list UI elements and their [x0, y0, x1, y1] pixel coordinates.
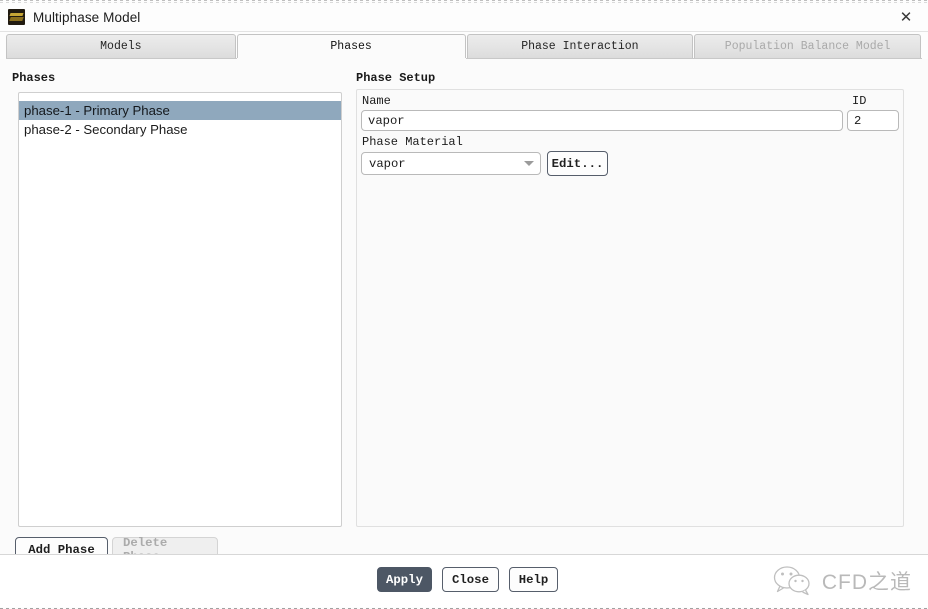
- title-bar: Multiphase Model ✕: [0, 3, 928, 32]
- id-input[interactable]: [847, 110, 899, 131]
- phase-material-value: vapor: [369, 156, 406, 171]
- phases-group-label: Phases: [12, 71, 56, 85]
- watermark: CFD之道: [773, 565, 912, 596]
- footer-buttons: Apply Close Help: [377, 567, 558, 592]
- edit-material-button[interactable]: Edit...: [547, 151, 608, 176]
- close-icon[interactable]: ✕: [884, 3, 928, 31]
- phase-setup-group-label: Phase Setup: [356, 71, 436, 85]
- phase-setup-panel: Name ID Phase Material vapor Edit...: [356, 89, 904, 527]
- phases-list[interactable]: phase-1 - Primary Phase phase-2 - Second…: [18, 92, 342, 527]
- tab-population-balance-model: Population Balance Model: [694, 34, 921, 59]
- phase-material-select[interactable]: vapor: [361, 152, 541, 175]
- list-item-phase-1[interactable]: phase-1 - Primary Phase: [19, 101, 341, 120]
- close-button[interactable]: Close: [442, 567, 499, 592]
- name-label: Name: [362, 94, 391, 108]
- tab-bar: Models Phases Phase Interaction Populati…: [6, 34, 922, 59]
- id-label: ID: [852, 94, 867, 108]
- tab-models[interactable]: Models: [6, 34, 236, 59]
- list-item-phase-2[interactable]: phase-2 - Secondary Phase: [19, 120, 341, 139]
- chevron-down-icon[interactable]: [518, 153, 540, 174]
- help-button[interactable]: Help: [509, 567, 558, 592]
- window-top-edge: [0, 0, 928, 1]
- tab-phase-interaction[interactable]: Phase Interaction: [466, 34, 694, 59]
- tab-phases[interactable]: Phases: [236, 34, 466, 59]
- apply-button[interactable]: Apply: [377, 567, 432, 592]
- window-title: Multiphase Model: [33, 9, 141, 25]
- dialog-footer: Apply Close Help CFD之道: [0, 554, 928, 607]
- layers-icon: [8, 9, 25, 25]
- watermark-text: CFD之道: [821, 570, 912, 594]
- wechat-icon: [773, 565, 813, 596]
- phase-material-label: Phase Material: [362, 135, 463, 149]
- dialog-body: Phases phase-1 - Primary Phase phase-2 -…: [0, 59, 928, 564]
- multiphase-model-dialog: Multiphase Model ✕ Models Phases Phase I…: [0, 0, 928, 609]
- name-input[interactable]: [361, 110, 843, 131]
